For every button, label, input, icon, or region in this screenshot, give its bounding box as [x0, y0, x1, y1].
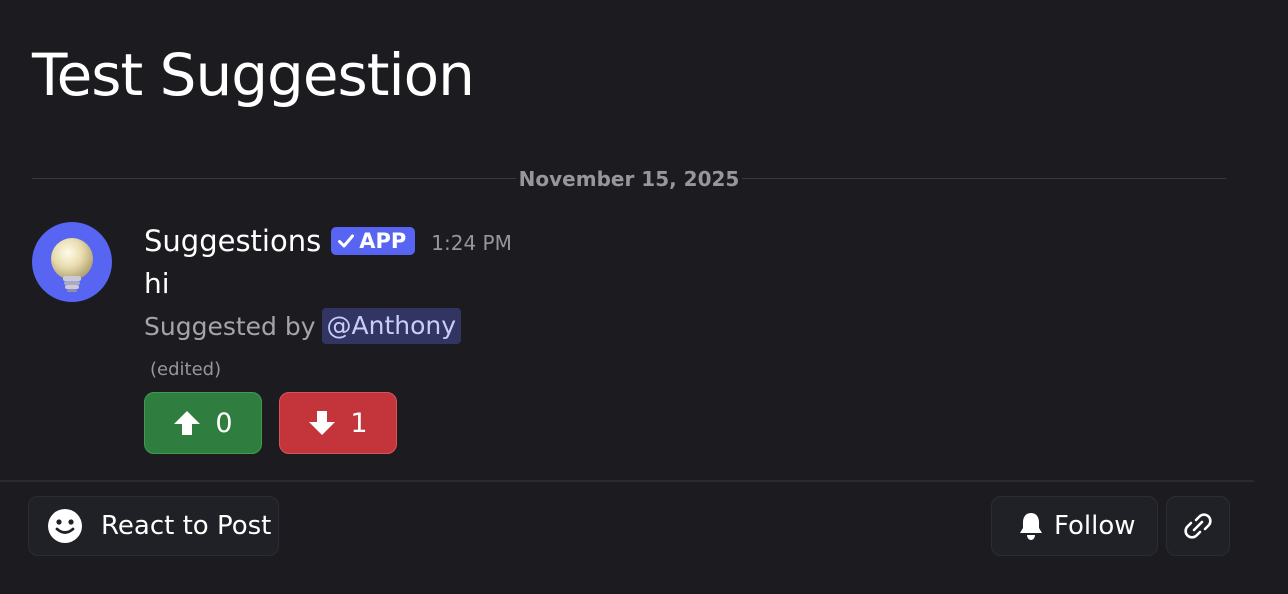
vote-buttons: 0 1	[144, 392, 397, 454]
smiley-icon	[48, 509, 82, 543]
react-to-post-button[interactable]: React to Post	[28, 496, 279, 556]
post-title: Test Suggestion	[32, 41, 475, 109]
app-badge-label: APP	[359, 229, 407, 253]
suggested-by-line: Suggested by @Anthony	[144, 308, 462, 344]
date-divider: November 15, 2025	[32, 166, 1226, 192]
upvote-button[interactable]: 0	[144, 392, 262, 454]
message-text: hi	[144, 267, 170, 300]
copy-link-button[interactable]	[1166, 496, 1230, 556]
lightbulb-icon	[51, 238, 93, 292]
footer-divider	[0, 480, 1254, 482]
user-mention[interactable]: @Anthony	[321, 308, 462, 344]
divider-line-right	[742, 178, 1226, 179]
downvote-button[interactable]: 1	[279, 392, 397, 454]
follow-label: Follow	[1054, 511, 1136, 541]
arrow-down-icon	[309, 411, 336, 435]
upvote-count: 0	[215, 407, 233, 439]
suggested-by-label: Suggested by	[144, 311, 316, 341]
message-timestamp[interactable]: 1:24 PM	[431, 227, 512, 255]
downvote-count: 1	[350, 407, 368, 439]
link-icon	[1184, 513, 1212, 539]
message-header: Suggestions APP 1:24 PM	[144, 222, 512, 260]
avatar[interactable]	[32, 222, 112, 302]
author-name[interactable]: Suggestions	[144, 222, 321, 260]
arrow-up-icon	[174, 411, 201, 435]
react-to-post-label: React to Post	[101, 511, 272, 541]
edited-indicator: (edited)	[150, 359, 222, 380]
checkmark-icon	[338, 234, 355, 248]
forum-post-view: Test Suggestion November 15, 2025 Sugges…	[0, 0, 1288, 594]
bell-icon	[1020, 513, 1042, 540]
follow-button[interactable]: Follow	[991, 496, 1158, 556]
date-label: November 15, 2025	[518, 167, 740, 191]
divider-line-left	[32, 178, 516, 179]
app-badge: APP	[331, 227, 416, 255]
